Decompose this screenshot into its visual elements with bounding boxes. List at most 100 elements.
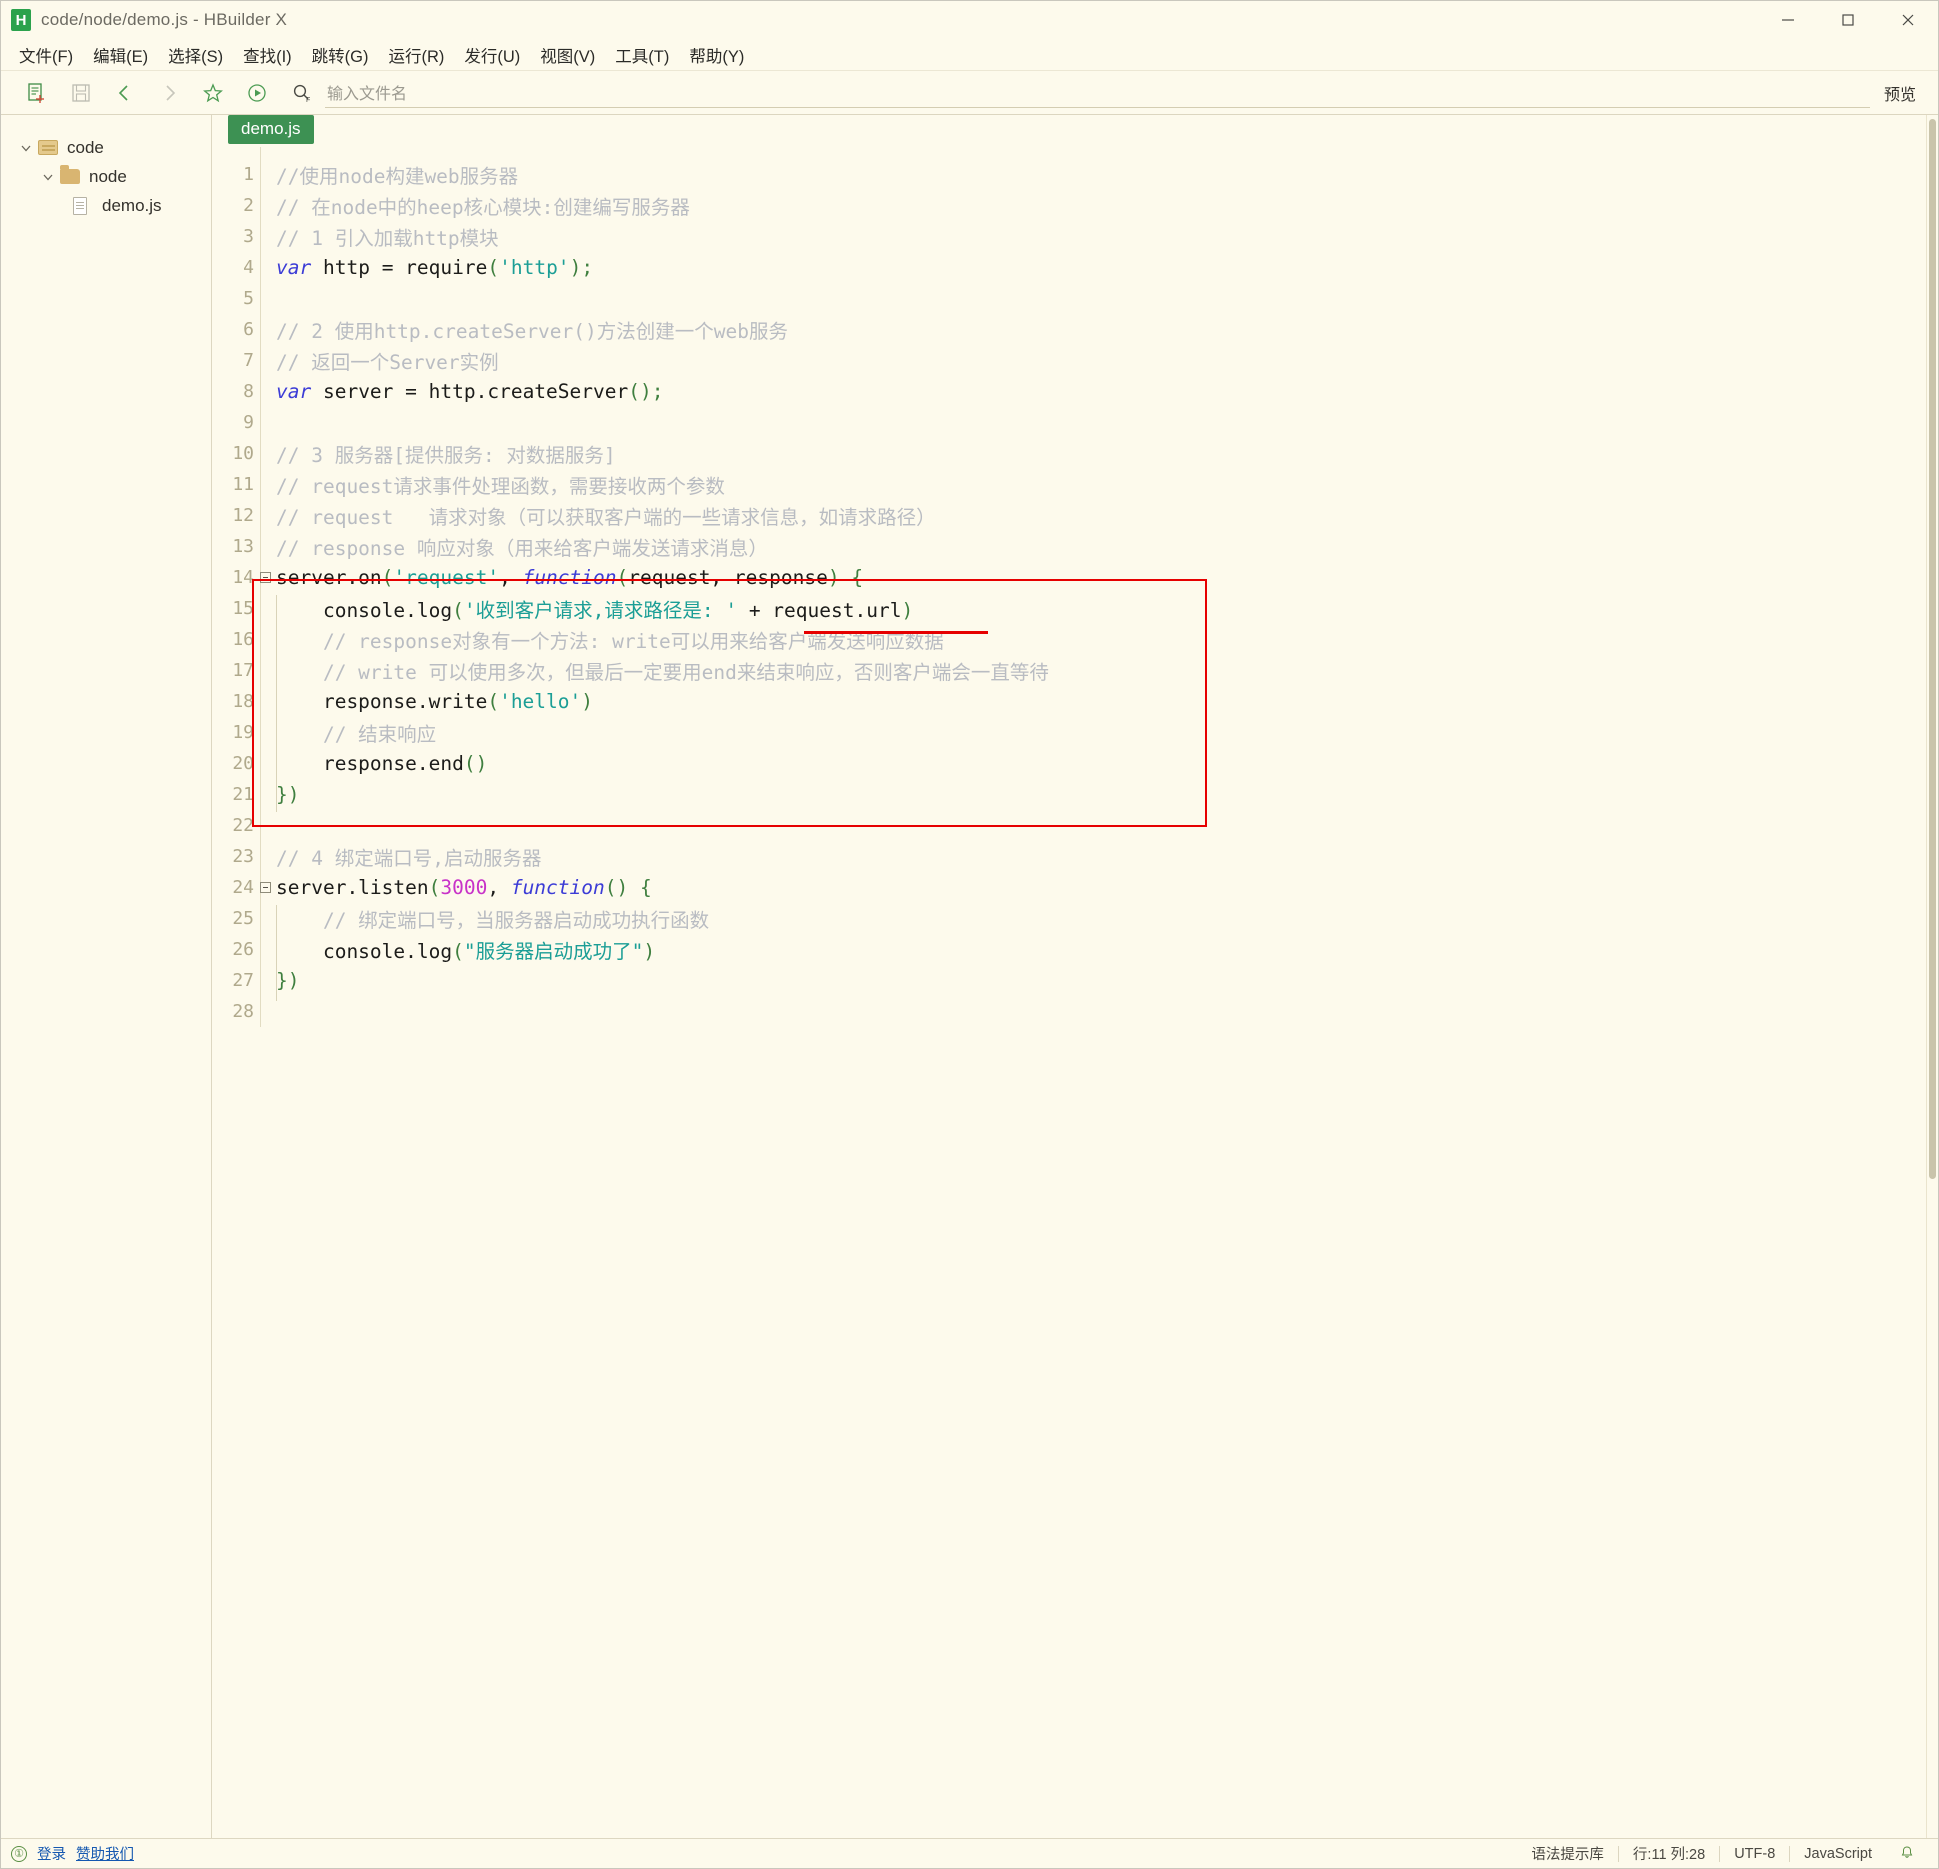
code-editor[interactable]: 1 //使用node构建web服务器 2 // 在node中的heep核心模块:创建编…: [212, 147, 1938, 1027]
preview-button[interactable]: 预览: [1870, 77, 1930, 109]
menu-select[interactable]: 选择(S): [158, 40, 233, 70]
code-line-text: //使用node构建web服务器: [272, 160, 518, 189]
chevron-down-icon[interactable]: [39, 168, 57, 186]
code-line[interactable]: 28: [212, 996, 1938, 1027]
menu-find[interactable]: 查找(I): [233, 40, 302, 70]
code-line[interactable]: 11 // request请求事件处理函数，需要接收两个参数: [212, 469, 1938, 500]
code-line[interactable]: 25 // 绑定端口号，当服务器启动成功执行函数: [212, 903, 1938, 934]
line-number: 18: [232, 691, 254, 712]
code-token: ): [581, 690, 594, 713]
line-number: 14: [232, 567, 254, 588]
hbuilder-logo-icon: [11, 9, 31, 31]
code-token: =: [381, 256, 394, 279]
code-token: // 结束响应: [276, 723, 437, 746]
menu-view[interactable]: 视图(V): [530, 40, 605, 70]
login-link[interactable]: 登录: [37, 1843, 66, 1864]
file-icon: [73, 196, 97, 216]
code-line[interactable]: 13 // response 响应对象（用来给客户端发送请求消息）: [212, 531, 1938, 562]
code-token: ;: [651, 380, 664, 403]
menu-help[interactable]: 帮助(Y): [679, 40, 754, 70]
code-line[interactable]: 9: [212, 407, 1938, 438]
code-line[interactable]: 18 response.write('hello'): [212, 686, 1938, 717]
close-button[interactable]: [1878, 1, 1938, 39]
tab-demo-js[interactable]: demo.js: [228, 115, 314, 144]
code-token: function: [522, 566, 617, 589]
code-line[interactable]: 19 // 结束响应: [212, 717, 1938, 748]
code-line[interactable]: 17 // write 可以使用多次，但最后一定要用end来结束响应，否则客户端…: [212, 655, 1938, 686]
code-line[interactable]: 15 console.log('收到客户请求,请求路径是: ' + reques…: [212, 593, 1938, 624]
account-icon[interactable]: ①: [11, 1845, 27, 1862]
syntax-hint-status[interactable]: 语法提示库: [1517, 1843, 1618, 1864]
line-number: 24: [232, 877, 254, 898]
code-line[interactable]: 3 // 1 引入加载http模块: [212, 221, 1938, 252]
code-line[interactable]: 22: [212, 810, 1938, 841]
favorite-star-icon[interactable]: [191, 76, 235, 110]
menu-file[interactable]: 文件(F): [9, 40, 83, 70]
search-input[interactable]: 输入文件名: [325, 77, 1870, 108]
menu-publish[interactable]: 发行(U): [454, 40, 530, 70]
minimize-button[interactable]: [1758, 1, 1818, 39]
run-icon[interactable]: [235, 76, 279, 110]
code-line-text: // 4 绑定端口号,启动服务器: [272, 842, 541, 871]
cursor-position[interactable]: 行:11 列:28: [1619, 1843, 1719, 1864]
code-line[interactable]: 27}): [212, 965, 1938, 996]
code-token: // request请求事件处理函数，需要接收两个参数: [276, 475, 725, 498]
code-line-text: response.end(): [272, 752, 487, 775]
code-line[interactable]: 24 server.listen(3000, function() {: [212, 872, 1938, 903]
donate-link[interactable]: 赞助我们: [76, 1843, 134, 1864]
sidebar-item-node[interactable]: node: [1, 162, 211, 191]
new-file-icon[interactable]: [15, 76, 59, 110]
code-token: (: [487, 690, 500, 713]
scrollbar-thumb[interactable]: [1929, 119, 1936, 1179]
menu-run[interactable]: 运行(R): [378, 40, 454, 70]
code-line[interactable]: 7 // 返回一个Server实例: [212, 345, 1938, 376]
code-line[interactable]: 12 // request 请求对象（可以获取客户端的一些请求信息，如请求路径）: [212, 500, 1938, 531]
menu-goto[interactable]: 跳转(G): [302, 40, 379, 70]
fold-toggle-icon[interactable]: [258, 572, 272, 583]
file-search[interactable]: F 输入文件名: [285, 77, 1870, 108]
code-line[interactable]: 26 console.log("服务器启动成功了"): [212, 934, 1938, 965]
code-token: // 2 使用http.createServer()方法创建一个web服务: [276, 320, 788, 343]
sidebar-item-demo-js[interactable]: demo.js: [1, 191, 211, 220]
code-line[interactable]: 8 var server = http.createServer();: [212, 376, 1938, 407]
chevron-down-icon[interactable]: [17, 139, 35, 157]
language-status[interactable]: JavaScript: [1790, 1846, 1886, 1862]
code-line[interactable]: 16 // response对象有一个方法: write可以用来给客户端发送响应…: [212, 624, 1938, 655]
sidebar-item-code[interactable]: code: [1, 133, 211, 162]
bell-icon[interactable]: [1886, 1845, 1928, 1863]
line-number: 6: [243, 319, 254, 340]
line-number: 27: [232, 970, 254, 991]
vertical-scrollbar[interactable]: [1926, 115, 1938, 1838]
line-number: 20: [232, 753, 254, 774]
line-number: 13: [232, 536, 254, 557]
menu-edit[interactable]: 编辑(E): [83, 40, 158, 70]
forward-icon[interactable]: [147, 76, 191, 110]
indent-guide: [276, 595, 277, 812]
save-icon[interactable]: [59, 76, 103, 110]
code-line[interactable]: 6 // 2 使用http.createServer()方法创建一个web服务: [212, 314, 1938, 345]
hbuilderx-window: code/node/demo.js - HBuilder X 文件(F)编辑(E…: [0, 0, 1939, 1869]
code-line-text: // request请求事件处理函数，需要接收两个参数: [272, 470, 725, 499]
back-icon[interactable]: [103, 76, 147, 110]
code-token: server.on: [276, 566, 382, 589]
code-line[interactable]: 4 var http = require('http');: [212, 252, 1938, 283]
menu-tools[interactable]: 工具(T): [605, 40, 679, 70]
code-line[interactable]: 1 //使用node构建web服务器: [212, 159, 1938, 190]
annotation-underline: [804, 631, 988, 634]
code-line[interactable]: 21}): [212, 779, 1938, 810]
code-line[interactable]: 2 // 在node中的heep核心模块:创建编写服务器: [212, 190, 1938, 221]
encoding-status[interactable]: UTF-8: [1720, 1846, 1789, 1862]
code-line[interactable]: 14 server.on('request', function(request,…: [212, 562, 1938, 593]
code-token: 3000: [440, 876, 488, 899]
code-line-text: // 返回一个Server实例: [272, 346, 499, 375]
code-line-text: console.log('收到客户请求,请求路径是: ' + request.u…: [272, 594, 913, 623]
code-line[interactable]: 5: [212, 283, 1938, 314]
code-line[interactable]: 23 // 4 绑定端口号,启动服务器: [212, 841, 1938, 872]
code-line[interactable]: 20 response.end(): [212, 748, 1938, 779]
code-line-text: var server = http.createServer();: [272, 380, 663, 403]
code-token: '收到客户请求,请求路径是: ': [463, 599, 738, 622]
fold-toggle-icon[interactable]: [258, 882, 272, 893]
maximize-button[interactable]: [1818, 1, 1878, 39]
code-line[interactable]: 10 // 3 服务器[提供服务: 对数据服务]: [212, 438, 1938, 469]
